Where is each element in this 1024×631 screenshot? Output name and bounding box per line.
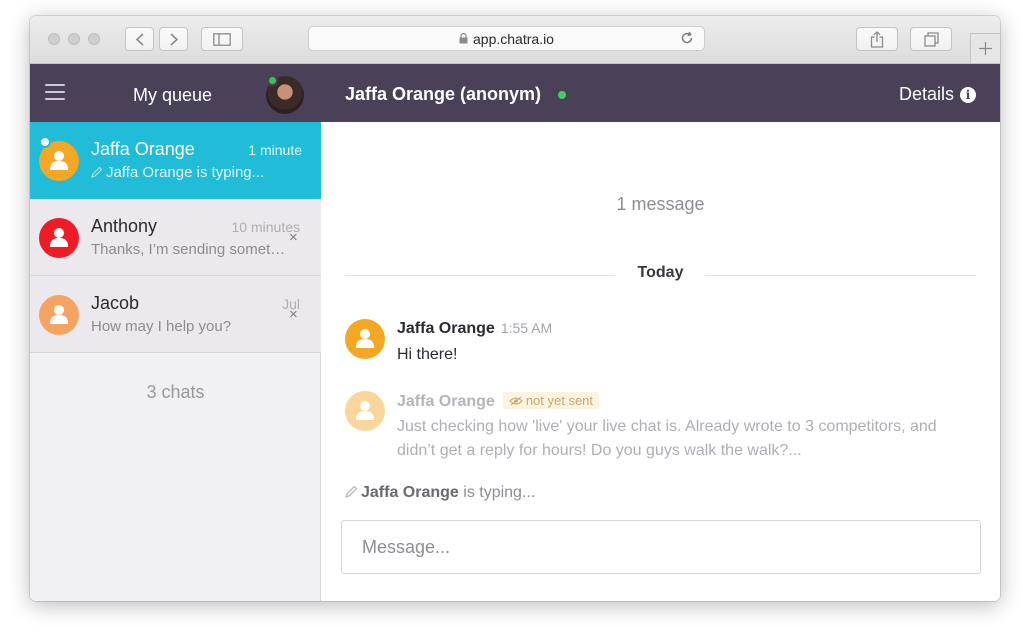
- info-icon: i: [960, 86, 976, 103]
- zoom-window-button[interactable]: [88, 33, 100, 45]
- sidebar-toggle-button[interactable]: [201, 27, 243, 51]
- chat-name: Jaffa Orange: [91, 139, 195, 159]
- share-button[interactable]: [856, 27, 898, 51]
- chats-count: 3 chats: [146, 382, 205, 402]
- chat-time: 1 minute: [248, 142, 302, 158]
- lock-icon: [459, 33, 468, 44]
- browser-window: app.chatra.io My queue Jaffa Orange 1 mi…: [30, 16, 1000, 601]
- conversation-panel: Jaffa Orange (anonym) Details i 1 messag…: [321, 64, 1000, 601]
- chat-item-jaffa-orange[interactable]: Jaffa Orange 1 minute Jaffa Orange is ty…: [30, 122, 321, 199]
- visitor-avatar: [39, 218, 79, 258]
- eye-slash-icon: [509, 396, 523, 406]
- chat-item-anthony[interactable]: Anthony 10 minutes Thanks, I’m sending s…: [30, 199, 321, 276]
- not-sent-badge: not yet sent: [502, 392, 600, 409]
- plus-icon: [979, 42, 992, 55]
- close-chat-button[interactable]: ×: [289, 229, 298, 246]
- chatra-app: My queue Jaffa Orange 1 minute Jaffa Ora…: [30, 64, 1000, 601]
- unread-indicator: [39, 136, 51, 148]
- message-time: 1:55 AM: [500, 320, 553, 336]
- message-author: Jaffa Orange: [397, 320, 495, 337]
- chat-preview: Thanks, I’m sending somet…: [91, 241, 286, 258]
- details-button[interactable]: Details i: [899, 84, 976, 105]
- minimize-window-button[interactable]: [68, 33, 80, 45]
- message-count: 1 message: [616, 194, 705, 214]
- tabs-icon: [923, 31, 939, 47]
- pencil-icon: [91, 166, 103, 178]
- chat-name: Anthony: [91, 216, 158, 236]
- conversation-header: Jaffa Orange (anonym) Details i: [321, 64, 1000, 122]
- chat-item-jacob[interactable]: Jacob Jul How may I help you? ×: [30, 276, 321, 353]
- message-input[interactable]: [342, 521, 980, 573]
- chat-preview: Jaffa Orange is typing...: [91, 164, 301, 181]
- queue-title: My queue: [133, 85, 213, 105]
- menu-icon[interactable]: [45, 84, 65, 100]
- user-icon: [50, 305, 68, 324]
- browser-toolbar: app.chatra.io: [30, 16, 1000, 64]
- new-tab-button[interactable]: [970, 33, 1000, 63]
- typing-suffix: is typing...: [458, 484, 536, 501]
- agent-online-indicator: [267, 75, 278, 86]
- details-label: Details: [898, 84, 954, 104]
- message-author: Jaffa Orange: [397, 393, 495, 410]
- close-chat-button[interactable]: ×: [289, 306, 298, 323]
- day-separator: Today: [345, 264, 976, 284]
- back-button[interactable]: [125, 27, 154, 51]
- url-text: app.chatra.io: [473, 30, 554, 47]
- share-icon: [870, 30, 884, 48]
- user-icon: [356, 401, 374, 420]
- sidebar-icon: [213, 32, 231, 46]
- visitor-title: Jaffa Orange (anonym): [345, 84, 542, 104]
- message-text: Just checking how 'live' your live chat …: [397, 418, 937, 459]
- typing-indicator: Jaffa Orange is typing...: [345, 484, 535, 502]
- close-window-button[interactable]: [48, 33, 60, 45]
- typing-name: Jaffa Orange: [361, 484, 459, 501]
- visitor-avatar: [39, 295, 79, 335]
- pencil-icon: [345, 485, 358, 498]
- chevron-right-icon: [169, 32, 178, 46]
- visitor-online-indicator: [558, 91, 566, 99]
- address-bar[interactable]: app.chatra.io: [308, 26, 705, 51]
- chevron-left-icon: [135, 32, 144, 46]
- message-composer: [341, 520, 981, 574]
- reload-icon[interactable]: [680, 30, 694, 46]
- user-icon: [356, 329, 374, 348]
- day-label: Today: [627, 264, 694, 281]
- sidebar-header: My queue: [30, 64, 321, 122]
- message-avatar: [345, 319, 385, 359]
- chat-preview: How may I help you?: [91, 318, 232, 335]
- message-text: Hi there!: [397, 346, 458, 363]
- message-avatar: [345, 391, 385, 431]
- chat-queue-sidebar: My queue Jaffa Orange 1 minute Jaffa Ora…: [30, 64, 321, 601]
- chat-name: Jacob: [91, 293, 140, 313]
- tabs-overview-button[interactable]: [910, 27, 952, 51]
- user-icon: [50, 228, 68, 247]
- forward-button[interactable]: [159, 27, 188, 51]
